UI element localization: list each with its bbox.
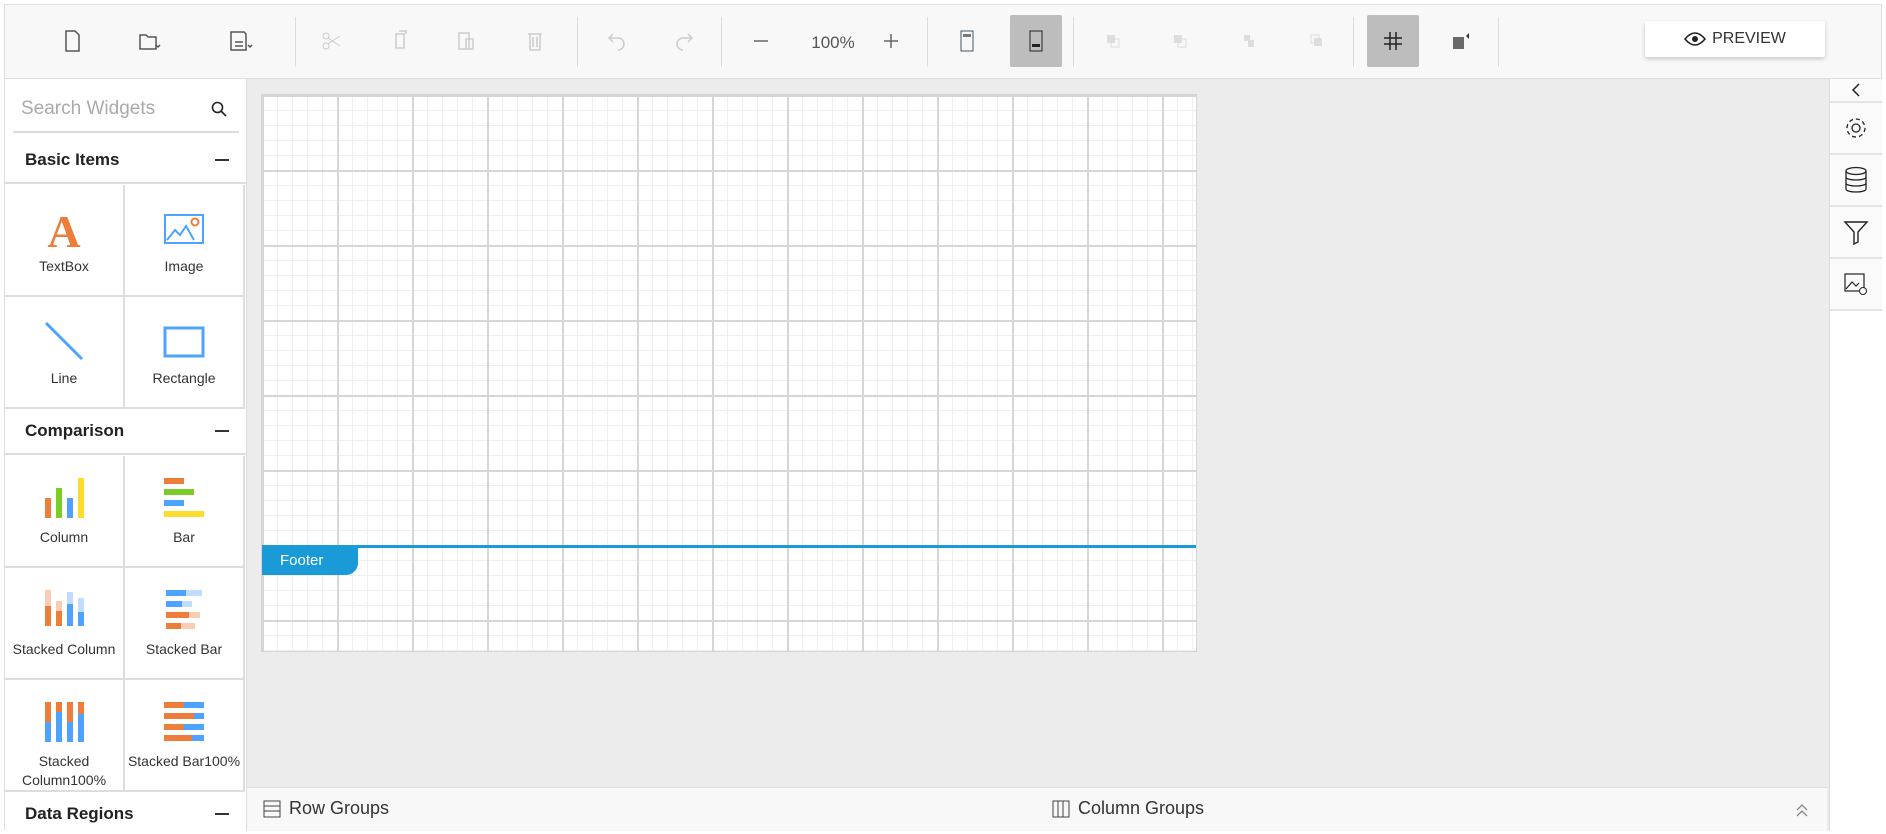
widget-stacked-column[interactable]: Stacked Column	[5, 568, 125, 680]
image-icon	[164, 214, 204, 244]
collapse-icon[interactable]	[215, 430, 229, 432]
plus-icon	[884, 34, 898, 48]
widget-column[interactable]: Column	[5, 456, 125, 568]
row-groups-icon	[263, 800, 281, 817]
grid-toggle-button[interactable]	[1367, 15, 1419, 67]
collapse-icon[interactable]	[215, 813, 229, 815]
grid-icon	[1384, 32, 1402, 50]
image-manager-button[interactable]	[1830, 259, 1882, 311]
widget-image[interactable]: Image	[125, 185, 245, 297]
redo-button[interactable]	[658, 15, 710, 67]
preview-label: PREVIEW	[1712, 30, 1786, 47]
search-placeholder: Search Widgets	[21, 98, 156, 119]
gear-icon	[1846, 118, 1866, 138]
expand-up-icon[interactable]	[1795, 802, 1809, 818]
delete-button[interactable]	[509, 15, 561, 67]
widget-stacked-bar100[interactable]: Stacked Bar100%	[125, 680, 245, 792]
collapse-sidebar-button[interactable]	[1830, 79, 1882, 103]
send-backward-button[interactable]	[1154, 15, 1206, 67]
section-data-regions[interactable]: Data Regions	[5, 792, 246, 831]
toolbar: 100% PREVIEW	[5, 5, 1881, 79]
report-canvas[interactable]: Footer	[261, 94, 1197, 652]
cut-button[interactable]	[306, 15, 358, 67]
chevron-left-icon	[1851, 83, 1860, 97]
snap-button[interactable]	[1435, 15, 1487, 67]
section-title: Data Regions	[25, 804, 134, 823]
footer-separator[interactable]	[262, 545, 1196, 548]
save-button[interactable]	[215, 15, 267, 67]
header-button[interactable]	[941, 15, 993, 67]
page-footer-icon	[1029, 30, 1043, 52]
zoom-level: 100%	[811, 33, 855, 52]
svg-text:A: A	[47, 207, 80, 251]
bar-chart-icon	[164, 478, 204, 517]
row-groups[interactable]: Row Groups	[263, 798, 389, 819]
bring-forward-button[interactable]	[1087, 15, 1139, 67]
snap-to-shape-icon	[1453, 33, 1469, 49]
copy-icon	[395, 30, 407, 49]
column-chart-icon	[45, 478, 84, 518]
widget-line[interactable]: Line	[5, 297, 125, 409]
rectangle-icon	[163, 326, 205, 358]
textbox-icon: A	[47, 207, 80, 251]
copy-button[interactable]	[375, 15, 427, 67]
paste-button[interactable]	[440, 15, 492, 67]
send-backward-icon	[1174, 35, 1187, 48]
column-groups-icon	[1052, 800, 1070, 817]
footer-button[interactable]	[1010, 15, 1062, 67]
stacked-column100-icon	[45, 702, 84, 742]
filter-icon	[1843, 221, 1869, 245]
widget-stacked-bar[interactable]: Stacked Bar	[125, 568, 245, 680]
filter-button[interactable]	[1830, 207, 1882, 259]
line-icon	[44, 321, 84, 361]
properties-sidebar	[1829, 79, 1883, 831]
search-widgets-input[interactable]: Search Widgets	[13, 87, 239, 133]
undo-icon	[607, 33, 625, 51]
report-designer: 100% PREVIEW Search Widgets Basic Items …	[4, 4, 1883, 831]
widget-rectangle[interactable]: Rectangle	[125, 297, 245, 409]
section-basic-items[interactable]: Basic Items	[5, 138, 246, 184]
section-title: Basic Items	[25, 150, 120, 169]
minus-icon	[754, 40, 768, 42]
save-icon	[230, 31, 253, 51]
widget-bar[interactable]: Bar	[125, 456, 245, 568]
stacked-bar100-icon	[164, 702, 204, 741]
grouping-panel: Row Groups Column Groups	[247, 787, 1827, 831]
stacked-column-icon	[45, 590, 84, 626]
properties-button[interactable]	[1830, 103, 1882, 155]
new-button[interactable]	[46, 15, 98, 67]
section-comparison[interactable]: Comparison	[5, 409, 246, 455]
folder-open-icon	[139, 34, 161, 50]
redo-icon	[676, 33, 694, 51]
scissors-icon	[322, 32, 341, 50]
preview-button[interactable]: PREVIEW	[1645, 21, 1825, 57]
bring-to-front-icon	[1244, 35, 1254, 47]
image-settings-icon	[1844, 273, 1867, 295]
data-button[interactable]	[1830, 155, 1882, 207]
design-area: Footer	[247, 79, 1827, 787]
search-icon[interactable]	[211, 101, 227, 117]
bring-to-front-button[interactable]	[1223, 15, 1275, 67]
database-icon	[1845, 166, 1867, 193]
send-to-back-button[interactable]	[1290, 15, 1342, 67]
open-button[interactable]	[124, 15, 176, 67]
new-file-icon	[65, 30, 80, 52]
eye-icon	[1684, 32, 1707, 46]
widget-textbox[interactable]: A TextBox	[5, 185, 125, 297]
section-title: Comparison	[25, 421, 125, 440]
footer-label[interactable]: Footer	[262, 547, 358, 575]
page-header-icon	[960, 30, 974, 52]
stacked-bar-icon	[166, 590, 202, 629]
trash-icon	[528, 33, 542, 51]
widget-panel: Search Widgets Basic Items A TextBox Imag…	[5, 79, 247, 831]
collapse-icon[interactable]	[215, 159, 229, 161]
undo-button[interactable]	[591, 15, 643, 67]
send-to-back-icon	[1310, 34, 1322, 46]
zoom-in-button[interactable]	[865, 15, 917, 67]
paste-icon	[458, 32, 474, 50]
bring-forward-icon	[1107, 35, 1120, 48]
widget-stacked-column100[interactable]: Stacked Column100%	[5, 680, 125, 792]
column-groups[interactable]: Column Groups	[1052, 798, 1204, 819]
zoom-out-button[interactable]	[735, 15, 787, 67]
